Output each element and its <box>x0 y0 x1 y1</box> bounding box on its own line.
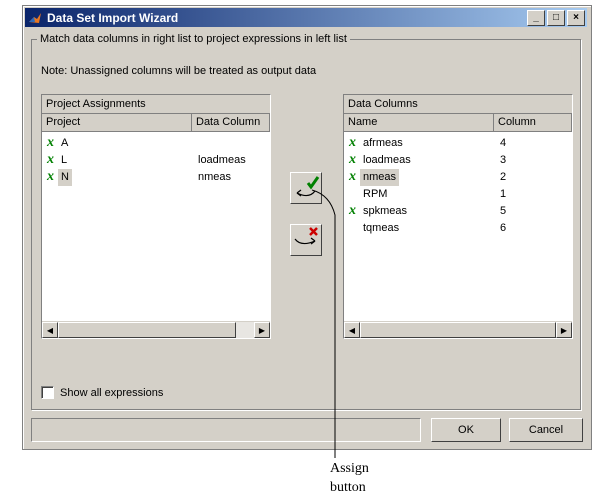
callout-line1: Assign <box>330 461 369 476</box>
assign-button-callout: Assign button <box>330 459 369 497</box>
callout-line <box>311 189 336 458</box>
callout-line2: button <box>330 480 366 495</box>
